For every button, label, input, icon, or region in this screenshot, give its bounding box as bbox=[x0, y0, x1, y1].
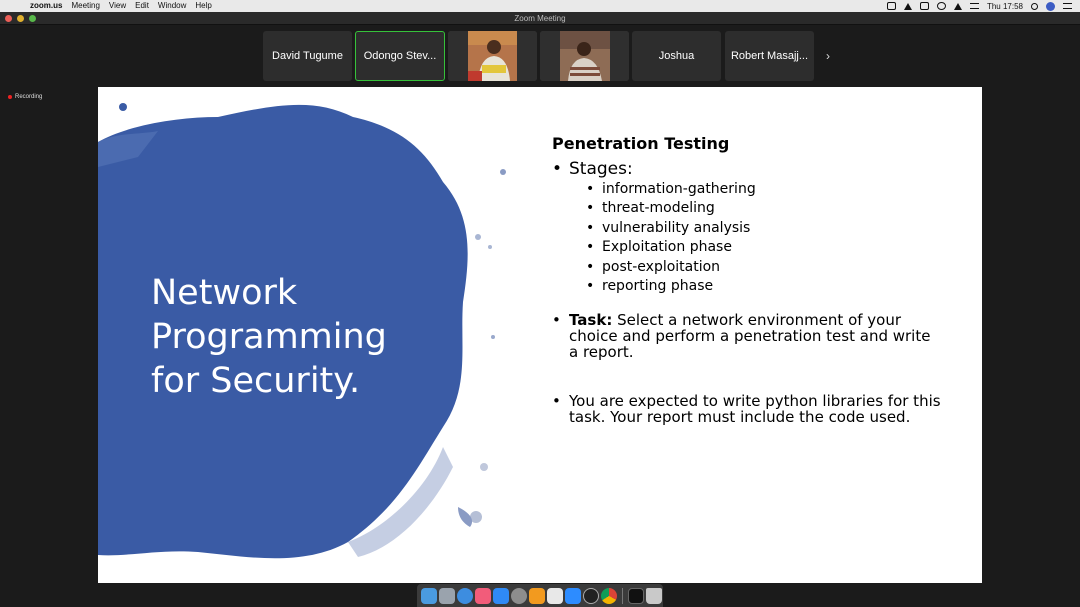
shared-slide: Network Programming for Security. Penetr… bbox=[98, 87, 982, 583]
dock bbox=[417, 584, 663, 607]
participant-name: Odongo Stev... bbox=[363, 50, 437, 62]
vim-icon[interactable] bbox=[547, 587, 563, 604]
participant-tile[interactable]: David Tugume bbox=[263, 31, 352, 81]
zoom-icon[interactable] bbox=[565, 587, 581, 604]
participant-name: Joshua bbox=[658, 50, 695, 62]
vlc-icon[interactable] bbox=[529, 587, 545, 604]
task-bullet: Task: Select a network environment of yo… bbox=[552, 312, 942, 360]
expectation-bullet: You are expected to write python librari… bbox=[552, 393, 942, 425]
eject-icon[interactable] bbox=[953, 2, 962, 10]
stage-item: Exploitation phase bbox=[586, 238, 942, 258]
recording-dot-icon bbox=[8, 95, 12, 99]
stages-label: Stages: bbox=[569, 159, 633, 179]
stages-bullet: Stages: bbox=[552, 159, 942, 179]
participant-tile[interactable]: Joshua bbox=[632, 31, 721, 81]
launchpad-icon[interactable] bbox=[439, 587, 455, 604]
slide-title-line: Network bbox=[151, 273, 298, 313]
dock-separator bbox=[622, 587, 623, 604]
user-avatar-icon[interactable] bbox=[1046, 1, 1055, 11]
chrome-icon[interactable] bbox=[601, 587, 617, 604]
participant-tile[interactable]: Robert Masajj... bbox=[725, 31, 814, 81]
clock[interactable]: Thu 17:58 bbox=[987, 2, 1023, 11]
expectation-text: You are expected to write python librari… bbox=[569, 392, 941, 427]
terminal-icon[interactable] bbox=[628, 587, 644, 604]
participant-video-tile[interactable] bbox=[448, 31, 537, 81]
stages-list: information-gathering threat-modeling vu… bbox=[586, 180, 942, 297]
slide-title: Network Programming for Security. bbox=[151, 271, 451, 403]
task-text: Select a network environment of your cho… bbox=[569, 311, 931, 362]
menu-bar: zoom.us Meeting View Edit Window Help Th… bbox=[0, 0, 1080, 12]
menu-help[interactable]: Help bbox=[195, 0, 211, 12]
system-preferences-icon[interactable] bbox=[511, 587, 527, 604]
participant-tile-active-speaker[interactable]: Odongo Stev... bbox=[355, 31, 445, 81]
recording-indicator[interactable]: Recording bbox=[8, 94, 42, 100]
finder-icon[interactable] bbox=[421, 587, 437, 604]
safari-icon[interactable] bbox=[457, 587, 473, 604]
slide-title-line: Programming bbox=[151, 317, 387, 357]
stage-item: information-gathering bbox=[586, 180, 942, 200]
participant-video-tile[interactable] bbox=[540, 31, 629, 81]
trash-icon[interactable] bbox=[646, 587, 662, 604]
clock-icon[interactable] bbox=[583, 587, 599, 604]
recording-label: Recording bbox=[15, 94, 43, 100]
stage-item: post-exploitation bbox=[586, 258, 942, 278]
stage-item: reporting phase bbox=[586, 277, 942, 297]
slide-title-line: for Security. bbox=[151, 361, 361, 401]
window-title: Zoom Meeting bbox=[514, 14, 566, 23]
menu-edit[interactable]: Edit bbox=[135, 0, 149, 12]
stage-item: threat-modeling bbox=[586, 199, 942, 219]
status-area: Thu 17:58 bbox=[886, 0, 1072, 12]
stage-item: vulnerability analysis bbox=[586, 219, 942, 239]
participant-name: David Tugume bbox=[272, 50, 343, 62]
slide-heading: Penetration Testing bbox=[552, 134, 730, 153]
app-store-icon[interactable] bbox=[493, 587, 509, 604]
participant-video bbox=[540, 31, 629, 81]
slide-content: Penetration Testing Stages: information-… bbox=[552, 134, 942, 425]
menu-app-name[interactable]: zoom.us bbox=[30, 0, 62, 12]
user-icon[interactable] bbox=[903, 2, 912, 10]
window-title-bar: Zoom Meeting bbox=[0, 12, 1080, 25]
next-participants-chevron-right-icon[interactable]: › bbox=[822, 48, 834, 64]
notification-center-icon[interactable] bbox=[1063, 3, 1072, 9]
screen-share-icon[interactable] bbox=[886, 2, 896, 10]
participant-video bbox=[448, 31, 537, 81]
participant-name: Robert Masajj... bbox=[730, 50, 809, 62]
spotlight-icon[interactable] bbox=[1031, 2, 1038, 10]
airplay-icon[interactable] bbox=[919, 2, 929, 10]
menu-window[interactable]: Window bbox=[158, 0, 186, 12]
menu-view[interactable]: View bbox=[109, 0, 126, 12]
menu-meeting[interactable]: Meeting bbox=[71, 0, 99, 12]
wifi-icon[interactable] bbox=[936, 2, 946, 10]
volume-icon[interactable] bbox=[969, 3, 979, 9]
music-icon[interactable] bbox=[475, 587, 491, 604]
